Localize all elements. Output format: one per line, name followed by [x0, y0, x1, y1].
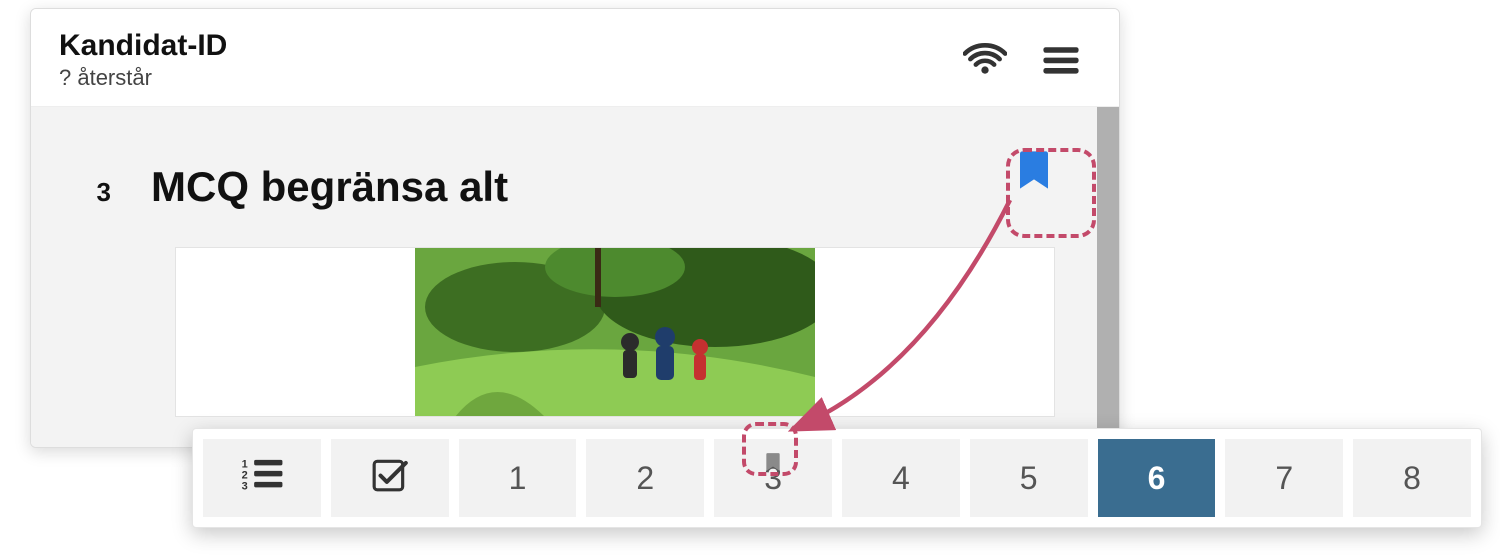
- bookmark-icon: [765, 443, 781, 480]
- exam-body: 3 MCQ begränsa alt: [31, 107, 1119, 447]
- nav-question-6[interactable]: 6: [1098, 439, 1216, 517]
- nav-label: 4: [892, 460, 910, 497]
- numbered-list-icon: 1 2 3: [240, 456, 284, 500]
- question-image-container: [175, 247, 1055, 417]
- question-number: 3: [71, 177, 111, 208]
- nav-label: 1: [509, 460, 527, 497]
- nav-label: 7: [1275, 460, 1293, 497]
- bookmark-icon: [1017, 149, 1051, 196]
- time-remaining-text: ? återstår: [59, 65, 227, 91]
- exam-header: Kandidat-ID ? återstår: [31, 9, 1119, 107]
- nav-label: 5: [1020, 460, 1038, 497]
- nav-question-2[interactable]: 2: [586, 439, 704, 517]
- nav-question-4[interactable]: 4: [842, 439, 960, 517]
- nav-question-1[interactable]: 1: [459, 439, 577, 517]
- checkbox-checked-icon: [371, 455, 409, 501]
- nav-submit-button[interactable]: [331, 439, 449, 517]
- nav-question-8[interactable]: 8: [1353, 439, 1471, 517]
- header-left: Kandidat-ID ? återstår: [59, 29, 227, 91]
- header-right: [963, 43, 1081, 77]
- nav-label: 2: [636, 460, 654, 497]
- wifi-icon[interactable]: [963, 43, 1007, 77]
- nav-label: 6: [1148, 460, 1166, 497]
- scrollbar[interactable]: [1097, 107, 1119, 447]
- nav-question-3[interactable]: 3: [714, 439, 832, 517]
- question-image: [415, 248, 815, 416]
- nav-question-5[interactable]: 5: [970, 439, 1088, 517]
- exam-window: Kandidat-ID ? återstår: [30, 8, 1120, 448]
- nav-label: 8: [1403, 460, 1421, 497]
- nav-question-7[interactable]: 7: [1225, 439, 1343, 517]
- svg-text:3: 3: [241, 481, 247, 492]
- question-header: 3 MCQ begränsa alt: [71, 163, 1079, 211]
- flag-question-button[interactable]: [999, 137, 1069, 207]
- question-title: MCQ begränsa alt: [151, 163, 508, 211]
- question-nav-strip: 1 2 3 1 2 3 4 5 6 7 8: [192, 428, 1482, 528]
- candidate-id-label: Kandidat-ID: [59, 29, 227, 63]
- hamburger-menu-icon[interactable]: [1041, 44, 1081, 76]
- nav-overview-button[interactable]: 1 2 3: [203, 439, 321, 517]
